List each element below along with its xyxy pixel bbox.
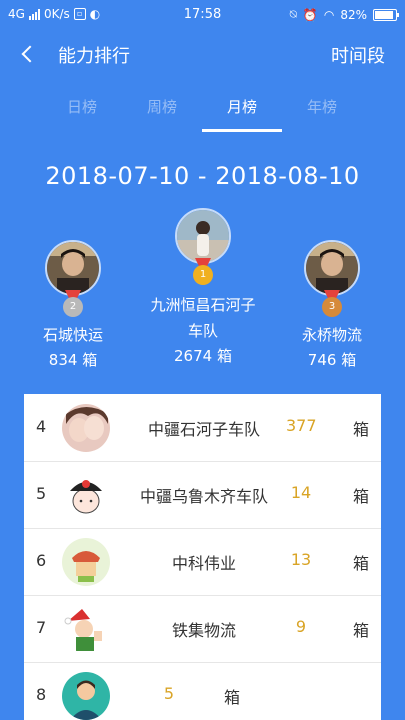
rank-number: 8 [36,685,47,704]
team-name: 中科伟业 [171,554,236,573]
avatar [62,672,110,720]
unit-label: 箱 [224,688,241,707]
status-right: ⍉ ⏰ ◠ 82% [289,7,399,22]
period-tabs: 日榜 周榜 月榜 年榜 [0,92,405,132]
unit-label: 箱 [352,621,369,640]
alarm-icon: ⏰ [302,7,318,22]
box-count: 14 [290,483,312,502]
box-count: 5 [163,684,175,703]
avatar [304,240,360,296]
rank-number: 5 [36,484,47,503]
avatar [62,605,110,653]
podium-first-value: 2674 箱 [174,347,232,365]
date-range: 2018-07-10 - 2018-08-10 [45,162,360,190]
podium-second[interactable]: 2 石城快运 834 箱 [3,240,143,372]
battery-icon [373,8,399,21]
tab-daily[interactable]: 日榜 [42,96,122,117]
unit-label: 箱 [352,554,369,573]
rank-number: 7 [36,618,47,637]
avatar [45,240,101,296]
list-item[interactable]: 6 中科伟业 13 箱 [24,528,381,596]
mute-icon: ⍉ [289,7,297,21]
app-header: 能力排行 时间段 [0,32,405,76]
avatar [175,208,231,264]
box-count: 377 [286,416,317,435]
podium-first-name-line2: 车队 [187,322,218,340]
box-count: 9 [295,617,307,636]
avatar [62,471,110,519]
silver-medal-icon: 2 [62,290,84,318]
unit-label: 箱 [352,487,369,506]
tab-yearly[interactable]: 年榜 [282,96,362,117]
podium-third-name: 永桥物流 [301,326,362,344]
team-name: 中疆石河子车队 [147,420,260,439]
list-item[interactable]: 5 中疆乌鲁木齐车队 14 箱 [24,461,381,529]
podium-third[interactable]: 3 永桥物流 746 箱 [262,240,402,372]
box-count: 13 [290,550,312,569]
list-item[interactable]: 4 中疆石河子车队 377 箱 [24,394,381,462]
avatar [62,538,110,586]
time-period-button[interactable]: 时间段 [331,42,385,68]
back-arrow-icon[interactable] [18,40,42,68]
list-item[interactable]: 8 5 箱 [24,662,381,720]
rank-number: 4 [36,417,47,436]
podium-third-value: 746 箱 [307,351,357,369]
team-name: 中疆乌鲁木齐车队 [139,487,268,506]
bronze-medal-icon: 3 [321,290,343,318]
rank-number: 6 [36,551,47,570]
podium-first-name-line1: 九洲恒昌石河子 [150,296,256,314]
list-item[interactable]: 7 铁集物流 9 箱 [24,595,381,663]
battery-percent: 82% [340,7,367,22]
podium-second-name: 石城快运 [42,326,103,344]
team-name: 铁集物流 [171,621,236,640]
status-bar: 4G 0K/s ▫ ◐ 17:58 ⍉ ⏰ ◠ 82% [0,0,405,30]
gold-medal-icon: 1 [192,258,214,286]
podium-first[interactable]: 1 九洲恒昌石河子 车队 2674 箱 [133,208,273,368]
active-tab-indicator [202,129,282,132]
avatar [62,404,110,452]
ranking-list: 4 中疆石河子车队 377 箱 5 中疆乌鲁木齐车队 14 箱 6 中科伟业 1… [24,394,381,720]
page-title: 能力排行 [58,46,130,67]
wifi-icon: ◠ [323,7,335,22]
podium-second-value: 834 箱 [48,351,98,369]
tab-weekly[interactable]: 周榜 [122,96,202,117]
tab-monthly[interactable]: 月榜 [202,96,282,117]
unit-label: 箱 [352,420,369,439]
